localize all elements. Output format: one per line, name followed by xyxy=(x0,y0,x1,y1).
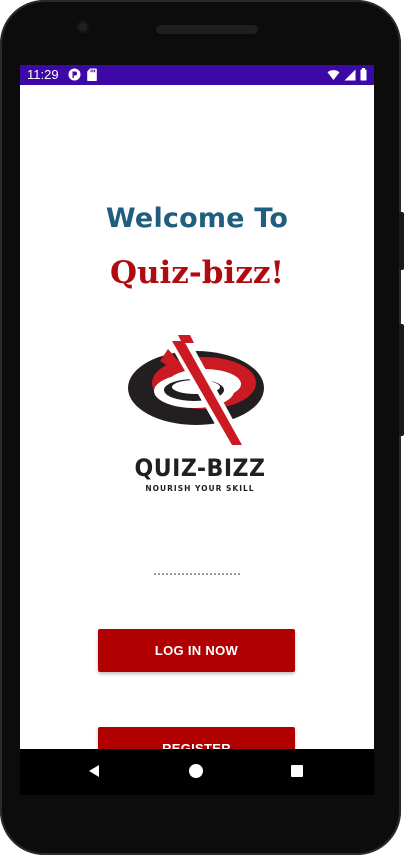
cast-notification-icon xyxy=(68,68,81,86)
logo-tagline: NOURISH YOUR SKILL xyxy=(145,484,255,493)
battery-icon xyxy=(360,68,367,86)
welcome-screen: Welcome To Quiz-bizz! QUIZ-BIZZ NOURISH … xyxy=(20,85,374,749)
login-button[interactable]: LOG IN NOW xyxy=(98,629,295,672)
navigation-bar xyxy=(20,749,374,795)
dotted-divider xyxy=(154,573,240,575)
power-button xyxy=(399,212,404,270)
screen: 11:29 Welcome To Quiz-bizz! QUIZ-BIZZ NO… xyxy=(20,65,374,749)
sd-card-icon xyxy=(87,68,97,86)
volume-button xyxy=(399,324,404,436)
phone-frame: 11:29 Welcome To Quiz-bizz! QUIZ-BIZZ NO… xyxy=(0,0,404,855)
status-right-icons xyxy=(327,68,367,86)
welcome-heading: Welcome To xyxy=(105,203,289,234)
logo-title: QUIZ-BIZZ xyxy=(134,454,266,482)
recents-icon[interactable] xyxy=(291,765,303,777)
logo-emblem-icon xyxy=(128,335,264,447)
status-left-icons xyxy=(68,68,97,86)
earpiece-speaker xyxy=(156,25,258,34)
quiz-bizz-logo: QUIZ-BIZZ NOURISH YOUR SKILL xyxy=(120,335,280,495)
status-bar: 11:29 xyxy=(20,65,374,85)
home-icon[interactable] xyxy=(189,764,203,778)
front-camera xyxy=(77,21,89,33)
status-time: 11:29 xyxy=(27,67,59,82)
cell-signal-icon xyxy=(344,68,356,86)
back-icon[interactable] xyxy=(87,764,101,783)
app-name-heading: Quiz-bizz! xyxy=(109,255,285,291)
register-button[interactable]: REGISTER xyxy=(98,727,295,749)
wifi-icon xyxy=(327,68,340,86)
